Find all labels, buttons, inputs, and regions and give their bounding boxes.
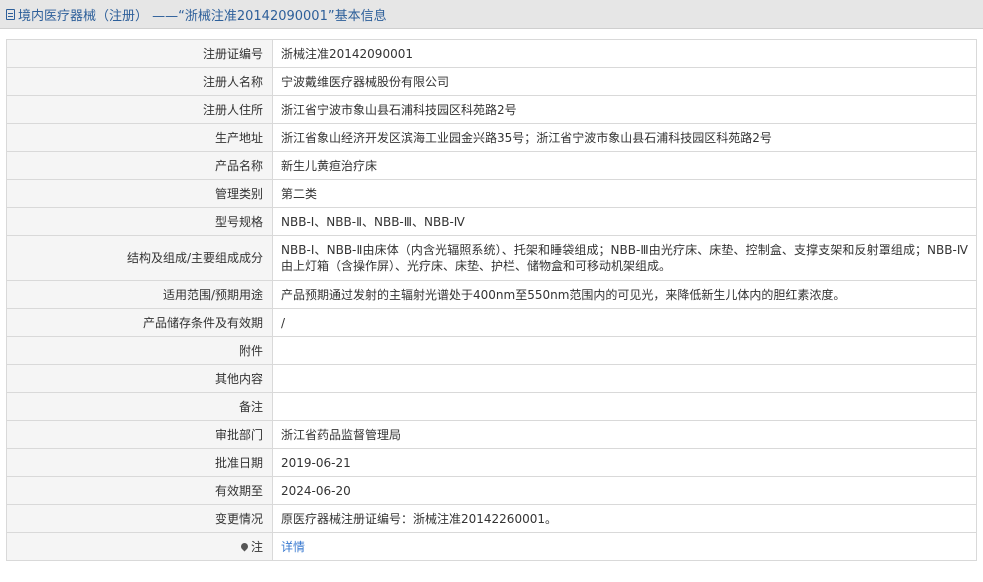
row-value-production-address: 浙江省象山经济开发区滨海工业园金兴路35号；浙江省宁波市象山县石浦科技园区科苑路… [272,123,977,152]
row-label-remarks: 备注 [6,392,273,421]
row-label-intended-use: 适用范围/预期用途 [6,280,273,309]
table-row: 变更情况 原医疗器械注册证编号：浙械注准20142260001。 [6,504,977,533]
row-label-approval-date: 批准日期 [6,448,273,477]
row-value-note: 详情 [272,532,977,561]
row-label-storage-validity: 产品储存条件及有效期 [6,308,273,337]
table-row: 备注 [6,392,977,421]
row-value-management-category: 第二类 [272,179,977,208]
table-row: 适用范围/预期用途 产品预期通过发射的主辐射光谱处于400nm至550nm范围内… [6,280,977,309]
row-value-product-name: 新生儿黄疸治疗床 [272,151,977,180]
row-value-attachment [272,336,977,365]
row-value-storage-validity: / [272,308,977,337]
pin-icon [239,541,250,551]
row-value-other-content [272,364,977,393]
table-row: 有效期至 2024-06-20 [6,476,977,505]
row-label-registrant-address: 注册人住所 [6,95,273,124]
row-value-approval-date: 2019-06-21 [272,448,977,477]
table-row: 型号规格 NBB-Ⅰ、NBB-Ⅱ、NBB-Ⅲ、NBB-Ⅳ [6,207,977,236]
row-label-other-content: 其他内容 [6,364,273,393]
row-label-product-name: 产品名称 [6,151,273,180]
row-value-change-history: 原医疗器械注册证编号：浙械注准20142260001。 [272,504,977,533]
row-label-production-address: 生产地址 [6,123,273,152]
details-link[interactable]: 详情 [281,540,305,554]
row-label-approval-department: 审批部门 [6,420,273,449]
row-label-change-history: 变更情况 [6,504,273,533]
table-row: 注册人住所 浙江省宁波市象山县石浦科技园区科苑路2号 [6,95,977,124]
row-label-valid-until: 有效期至 [6,476,273,505]
table-row: 注册人名称 宁波戴维医疗器械股份有限公司 [6,67,977,96]
row-value-remarks [272,392,977,421]
page-title-bar: 境内医疗器械（注册） ——“浙械注准20142090001”基本信息 [0,0,983,29]
table-row: 注 详情 [6,532,977,561]
row-label-note: 注 [6,532,273,561]
row-label-registration-number: 注册证编号 [6,39,273,68]
note-label: 注 [250,539,263,554]
table-row: 附件 [6,336,977,365]
row-value-structure-composition: NBB-Ⅰ、NBB-Ⅱ由床体（内含光辐照系统）、托架和睡袋组成；NBB-Ⅲ由光疗… [272,235,977,281]
row-label-model-spec: 型号规格 [6,207,273,236]
table-row: 其他内容 [6,364,977,393]
row-value-approval-department: 浙江省药品监督管理局 [272,420,977,449]
row-value-registrant-address: 浙江省宁波市象山县石浦科技园区科苑路2号 [272,95,977,124]
row-value-registrant-name: 宁波戴维医疗器械股份有限公司 [272,67,977,96]
table-row: 产品储存条件及有效期 / [6,308,977,337]
table-row: 注册证编号 浙械注准20142090001 [6,39,977,68]
row-value-intended-use: 产品预期通过发射的主辐射光谱处于400nm至550nm范围内的可见光，来降低新生… [272,280,977,309]
registration-info-table: 注册证编号 浙械注准20142090001 注册人名称 宁波戴维医疗器械股份有限… [6,39,977,561]
row-label-structure-composition: 结构及组成/主要组成成分 [6,235,273,281]
row-label-management-category: 管理类别 [6,179,273,208]
table-row: 管理类别 第二类 [6,179,977,208]
row-value-registration-number: 浙械注准20142090001 [272,39,977,68]
row-value-valid-until: 2024-06-20 [272,476,977,505]
table-row: 批准日期 2019-06-21 [6,448,977,477]
row-label-attachment: 附件 [6,336,273,365]
table-row: 审批部门 浙江省药品监督管理局 [6,420,977,449]
document-icon [6,8,15,20]
table-row: 产品名称 新生儿黄疸治疗床 [6,151,977,180]
table-row: 生产地址 浙江省象山经济开发区滨海工业园金兴路35号；浙江省宁波市象山县石浦科技… [6,123,977,152]
page-title: 境内医疗器械（注册） ——“浙械注准20142090001”基本信息 [18,8,387,24]
table-row: 结构及组成/主要组成成分 NBB-Ⅰ、NBB-Ⅱ由床体（内含光辐照系统）、托架和… [6,235,977,281]
row-label-registrant-name: 注册人名称 [6,67,273,96]
row-value-model-spec: NBB-Ⅰ、NBB-Ⅱ、NBB-Ⅲ、NBB-Ⅳ [272,207,977,236]
